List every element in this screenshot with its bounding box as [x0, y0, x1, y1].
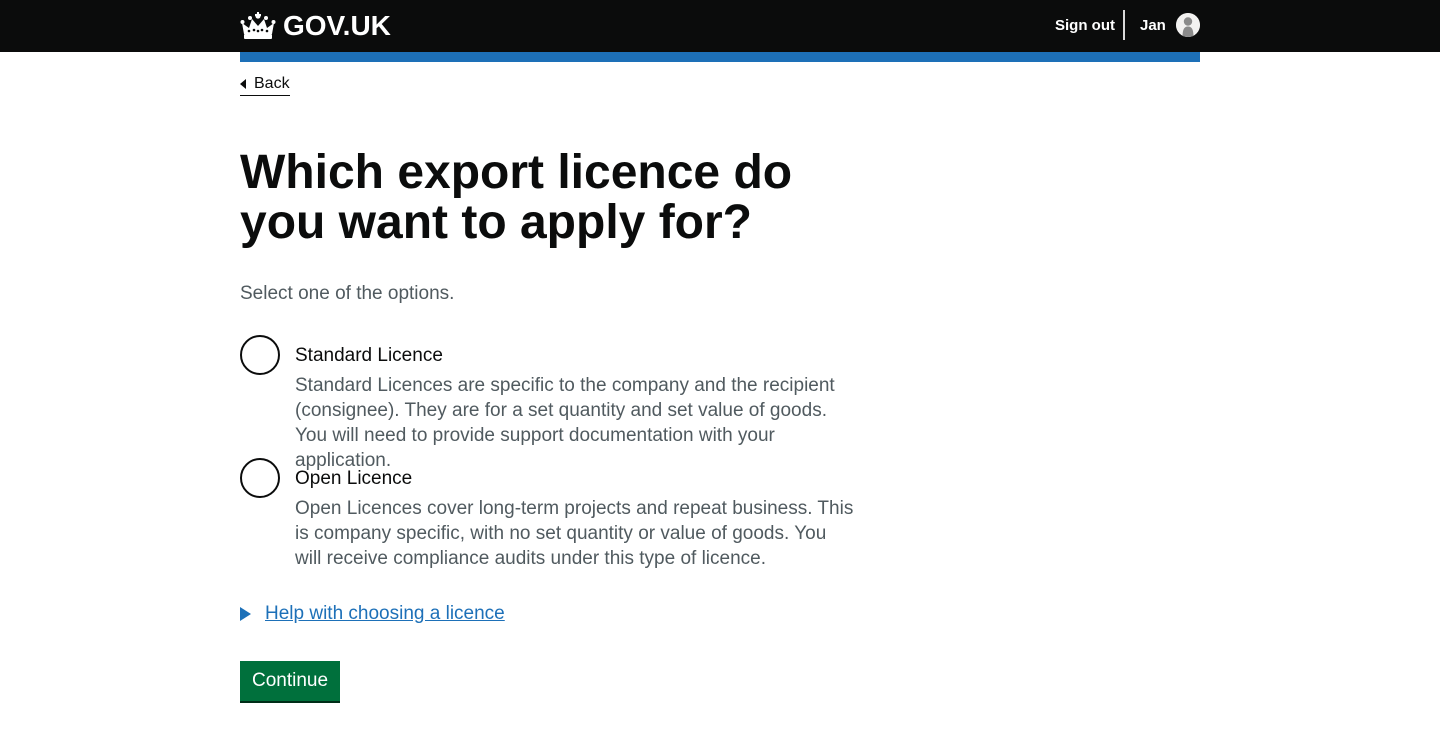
triangle-right-icon: [240, 607, 251, 621]
help-details-link[interactable]: Help with choosing a licence: [265, 602, 505, 626]
service-accent-bar: [240, 52, 1200, 62]
govuk-logo-link[interactable]: GOV.UK: [240, 10, 391, 42]
logo-text: GOV.UK: [283, 10, 391, 41]
radio-button-standard[interactable]: [240, 335, 280, 375]
user-avatar-icon[interactable]: [1176, 13, 1200, 37]
back-label: Back: [254, 75, 290, 92]
user-name[interactable]: Jan: [1140, 16, 1166, 36]
sign-out-link[interactable]: Sign out: [1055, 16, 1115, 36]
radio-hint-open: Open Licences cover long-term projects a…: [295, 498, 854, 569]
radio-option-open[interactable]: Open Licence Open Licences cover long-te…: [240, 458, 860, 578]
radio-label-open[interactable]: Open Licence: [295, 467, 412, 491]
continue-button[interactable]: Continue: [240, 661, 340, 701]
page-title: Which export licence do you want to appl…: [240, 146, 793, 249]
back-arrow-icon: [240, 79, 246, 89]
back-link[interactable]: Back: [240, 74, 290, 96]
crown-icon: [240, 12, 276, 39]
question-hint: Select one of the options.: [240, 283, 455, 304]
person-silhouette-icon: [1176, 13, 1200, 37]
radio-label-standard[interactable]: Standard Licence: [295, 344, 443, 368]
site-header: GOV.UK Sign out Jan: [0, 0, 1440, 52]
help-details-toggle[interactable]: Help with choosing a licence: [240, 602, 505, 626]
radio-option-standard[interactable]: Standard Licence Standard Licences are s…: [240, 335, 860, 471]
radio-button-open[interactable]: [240, 458, 280, 498]
header-divider: [1123, 10, 1125, 40]
